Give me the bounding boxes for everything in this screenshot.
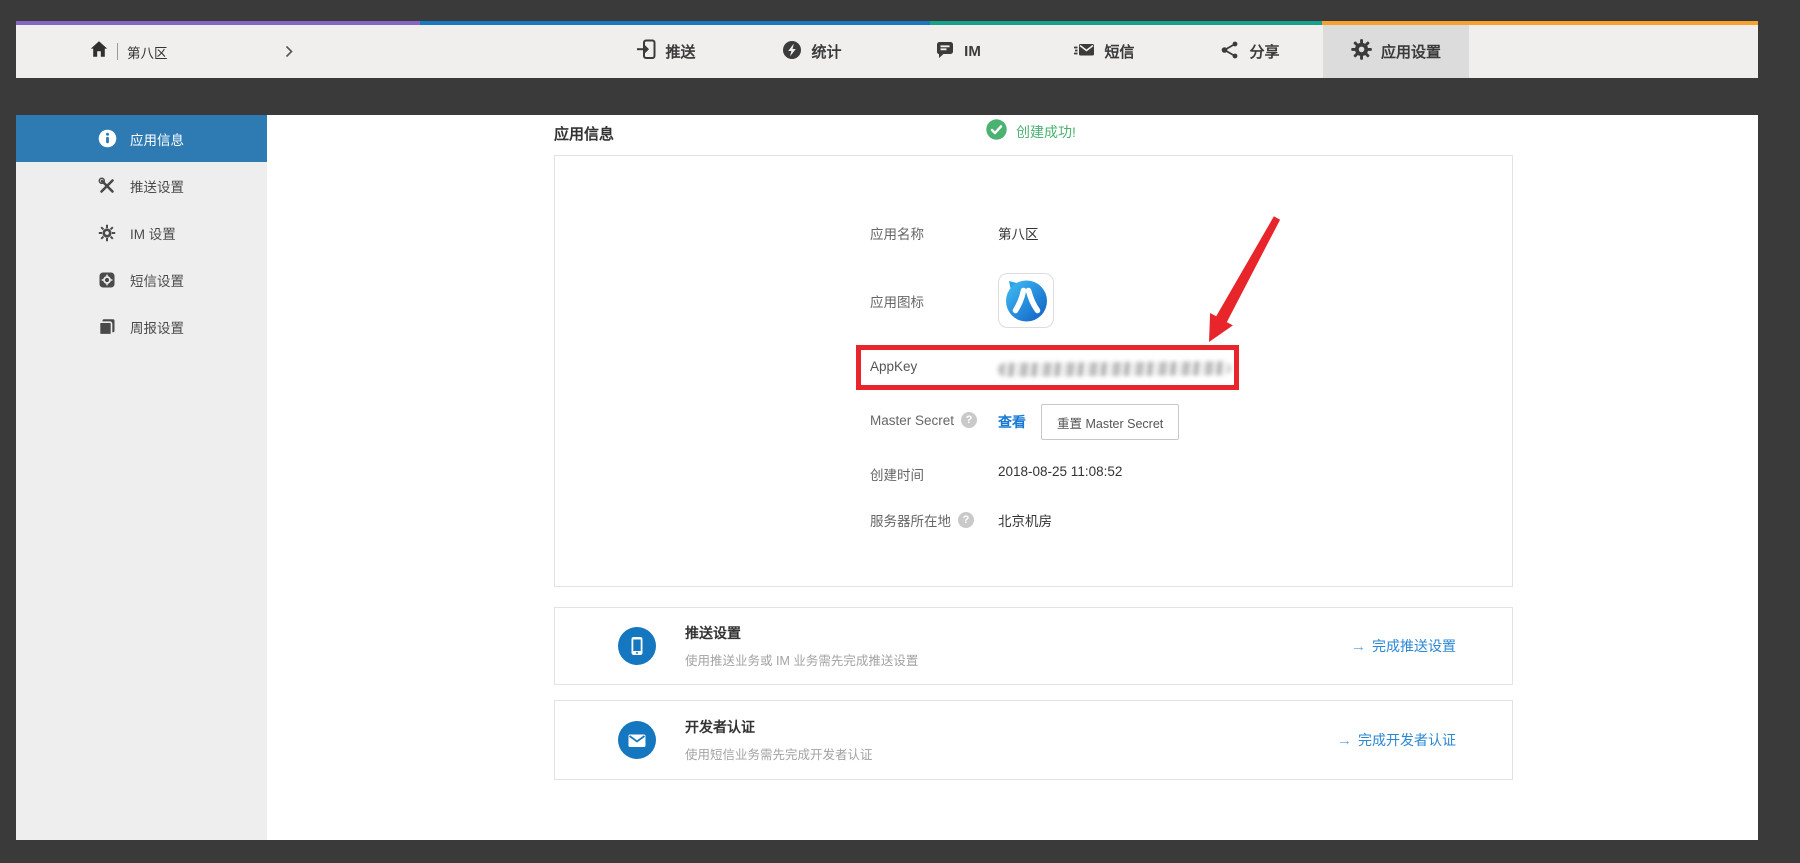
row-master-secret: Master Secret ? 查看 重置 Master Secret (555, 412, 1512, 434)
success-banner: 创建成功! (986, 119, 1076, 145)
main-panel: 应用信息 创建成功! 应用名称 第八区 应用图标 (267, 115, 1758, 840)
home-app-selector[interactable]: 第八区 (90, 25, 168, 78)
view-master-secret-link[interactable]: 查看 (998, 412, 1026, 432)
gear-icon (1351, 39, 1372, 64)
navbar-row: 第八区 推送 统计 (16, 25, 1758, 78)
tab-im[interactable]: IM (885, 25, 1031, 78)
app-info-panel: 应用名称 第八区 应用图标 (554, 155, 1513, 587)
sidebar-item-sms-settings[interactable]: 短信设置 (16, 256, 267, 303)
success-message: 创建成功! (1016, 122, 1076, 142)
tab-label: 短信 (1104, 41, 1134, 62)
arrow-right-icon: → (1351, 638, 1366, 655)
appkey-label: AppKey (870, 359, 917, 374)
row-server-location: 服务器所在地 ? 北京机房 (555, 510, 1512, 532)
sidebar-item-label: 应用信息 (130, 129, 184, 149)
card-text: 开发者认证 使用短信业务需先完成开发者认证 (685, 717, 873, 763)
app-name-label: 应用名称 (870, 223, 924, 243)
created-at-label: 创建时间 (870, 464, 924, 484)
card-title: 开发者认证 (685, 717, 873, 737)
tab-label: IM (964, 43, 981, 60)
reset-master-secret-button[interactable]: 重置 Master Secret (1041, 404, 1179, 440)
push-icon (636, 39, 656, 64)
tab-sms[interactable]: 短信 (1031, 25, 1177, 78)
content-frame: 应用信息 推送设置 IM 设置 短信设置 (16, 115, 1758, 840)
master-secret-label: Master Secret ? (870, 412, 977, 428)
tab-stats[interactable]: 统计 (739, 25, 885, 78)
settings-sidebar: 应用信息 推送设置 IM 设置 短信设置 (16, 115, 267, 840)
card-description: 使用推送业务或 IM 业务需先完成推送设置 (685, 650, 918, 669)
tab-push[interactable]: 推送 (593, 25, 739, 78)
push-settings-card: 推送设置 使用推送业务或 IM 业务需先完成推送设置 → 完成推送设置 (554, 607, 1513, 685)
info-circle-icon (97, 129, 117, 149)
sidebar-item-app-info[interactable]: 应用信息 (16, 115, 267, 162)
server-location-value: 北京机房 (998, 510, 1052, 530)
tab-label: 推送 (665, 41, 695, 62)
arrow-right-icon: → (1337, 732, 1352, 749)
row-app-name: 应用名称 第八区 (555, 223, 1512, 245)
app-icon-label: 应用图标 (870, 291, 924, 311)
top-navbar: 第八区 推送 统计 (16, 21, 1758, 78)
row-created-at: 创建时间 2018-08-25 11:08:52 (555, 464, 1512, 486)
card-text: 推送设置 使用推送业务或 IM 业务需先完成推送设置 (685, 623, 918, 669)
check-circle-icon (986, 119, 1007, 145)
card-link-label: 完成开发者认证 (1358, 730, 1456, 750)
app-name-value: 第八区 (998, 223, 1039, 243)
sidebar-item-label: 短信设置 (130, 270, 184, 290)
home-icon (90, 40, 108, 63)
share-icon (1220, 40, 1240, 64)
card-description: 使用短信业务需先完成开发者认证 (685, 744, 873, 763)
service-tabs: 推送 统计 IM 短信 (593, 25, 1469, 78)
card-link-label: 完成推送设置 (1372, 636, 1456, 656)
complete-push-settings-link[interactable]: → 完成推送设置 (1351, 636, 1456, 656)
red-annotation-arrow (1195, 212, 1295, 352)
server-location-label: 服务器所在地 ? (870, 510, 974, 530)
weekly-report-icon (97, 317, 117, 337)
sidebar-item-label: 周报设置 (130, 317, 184, 337)
complete-developer-certification-link[interactable]: → 完成开发者认证 (1337, 730, 1456, 750)
app-logo (998, 273, 1054, 328)
tab-share[interactable]: 分享 (1177, 25, 1323, 78)
created-at-value: 2018-08-25 11:08:52 (998, 464, 1122, 479)
master-secret-label-text: Master Secret (870, 413, 954, 428)
page: 第八区 推送 统计 (0, 0, 1800, 863)
divider (117, 43, 118, 60)
server-location-label-text: 服务器所在地 (870, 510, 951, 530)
tab-label: 分享 (1249, 41, 1279, 62)
current-app-name: 第八区 (127, 42, 168, 62)
help-icon[interactable]: ? (958, 512, 974, 528)
sidebar-item-label: 推送设置 (130, 176, 184, 196)
sidebar-item-label: IM 设置 (130, 223, 176, 243)
envelope-icon (618, 721, 656, 759)
sms-icon (1073, 40, 1095, 64)
sidebar-item-push-settings[interactable]: 推送设置 (16, 162, 267, 209)
sidebar-item-im-settings[interactable]: IM 设置 (16, 209, 267, 256)
sms-settings-icon (97, 270, 117, 290)
tab-label: 统计 (811, 41, 841, 62)
chat-bubble-icon (935, 40, 955, 64)
tab-label: 应用设置 (1381, 41, 1441, 62)
smartphone-icon (618, 627, 656, 665)
row-appkey: AppKey (555, 359, 1512, 381)
developer-certification-card: 开发者认证 使用短信业务需先完成开发者认证 → 完成开发者认证 (554, 700, 1513, 780)
tab-app-settings[interactable]: 应用设置 (1323, 25, 1469, 78)
stats-icon (782, 40, 802, 64)
gear-small-icon (97, 223, 117, 243)
sidebar-item-weekly-report-settings[interactable]: 周报设置 (16, 303, 267, 350)
tools-icon (97, 176, 117, 196)
card-title: 推送设置 (685, 623, 918, 643)
section-title: 应用信息 (554, 123, 614, 144)
help-icon[interactable]: ? (961, 412, 977, 428)
chevron-right-icon[interactable] (283, 45, 295, 63)
